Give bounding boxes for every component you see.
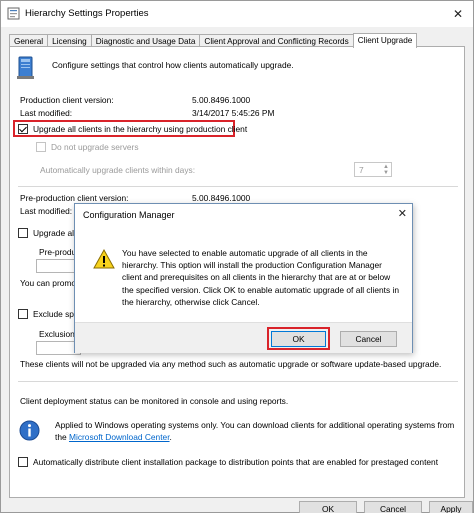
upgrade-all-preproduction-checkbox[interactable] bbox=[18, 228, 28, 238]
dialog-body: You have selected to enable automatic up… bbox=[75, 226, 412, 323]
do-not-upgrade-servers-label: Do not upgrade servers bbox=[51, 142, 139, 152]
info-text-line-2: the Microsoft Download Center. bbox=[55, 432, 172, 442]
ok-button[interactable]: OK bbox=[299, 501, 357, 513]
auto-distribute-checkbox[interactable] bbox=[18, 457, 28, 467]
production-modified-value: 3/14/2017 5:45:26 PM bbox=[192, 108, 275, 118]
cancel-button[interactable]: Cancel bbox=[364, 501, 422, 513]
microsoft-download-center-link[interactable]: Microsoft Download Center bbox=[69, 432, 170, 442]
dialog-cancel-button[interactable]: Cancel bbox=[340, 331, 397, 347]
auto-upgrade-days-label: Automatically upgrade clients within day… bbox=[40, 165, 196, 175]
title-bar: Hierarchy Settings Properties ✕ bbox=[1, 1, 473, 27]
spinner-arrows-icon[interactable]: ▲ ▼ bbox=[383, 164, 389, 176]
exclude-specified-checkbox[interactable] bbox=[18, 309, 28, 319]
window-title: Hierarchy Settings Properties bbox=[25, 8, 149, 19]
properties-icon bbox=[7, 7, 20, 20]
preproduction-version-label: Pre-production client version: bbox=[20, 193, 129, 203]
section-divider bbox=[18, 186, 458, 187]
production-modified-label: Last modified: bbox=[20, 108, 73, 118]
panel-header-text: Configure settings that control how clie… bbox=[52, 60, 294, 70]
dialog-message: You have selected to enable automatic up… bbox=[122, 248, 399, 307]
info-text-suffix: . bbox=[169, 432, 172, 442]
dialog-ok-button[interactable]: OK bbox=[271, 331, 326, 347]
dialog-close-icon[interactable]: ✕ bbox=[398, 207, 407, 220]
production-version-label: Production client version: bbox=[20, 95, 114, 105]
production-version-value: 5.00.8496.1000 bbox=[192, 95, 251, 105]
preproduction-version-value: 5.00.8496.1000 bbox=[192, 193, 251, 203]
upgrade-all-preproduction-label: Upgrade all bbox=[33, 228, 76, 238]
preproduction-modified-label: Last modified: bbox=[20, 206, 73, 216]
tab-strip: General Licensing Diagnostic and Usage D… bbox=[9, 33, 418, 48]
exclusion-note: These clients will not be upgraded via a… bbox=[20, 359, 442, 369]
dialog-title: Configuration Manager bbox=[83, 210, 175, 220]
do-not-upgrade-servers-checkbox[interactable] bbox=[36, 142, 46, 152]
upgrade-all-production-label: Upgrade all clients in the hierarchy usi… bbox=[33, 124, 248, 134]
deployment-status-text: Client deployment status can be monitore… bbox=[20, 396, 289, 406]
info-text-prefix: the bbox=[55, 432, 69, 442]
auto-distribute-label: Automatically distribute client installa… bbox=[33, 457, 439, 467]
dialog-footer: OK Cancel bbox=[75, 322, 412, 353]
computer-icon bbox=[17, 56, 34, 79]
tab-client-upgrade[interactable]: Client Upgrade bbox=[352, 33, 418, 48]
info-icon bbox=[19, 420, 40, 441]
section-divider-2 bbox=[18, 381, 458, 382]
configuration-manager-dialog: Configuration Manager ✕ You have selecte… bbox=[74, 203, 413, 353]
info-text-line-1: Applied to Windows operating systems onl… bbox=[55, 420, 455, 430]
close-icon[interactable]: ✕ bbox=[449, 5, 467, 23]
upgrade-all-production-checkbox[interactable] bbox=[18, 124, 28, 134]
auto-upgrade-days-value: 7 bbox=[359, 165, 364, 175]
apply-button[interactable]: Apply bbox=[429, 501, 473, 513]
auto-upgrade-days-spinner[interactable]: 7 ▲ ▼ bbox=[354, 162, 392, 177]
warning-icon bbox=[93, 249, 115, 269]
